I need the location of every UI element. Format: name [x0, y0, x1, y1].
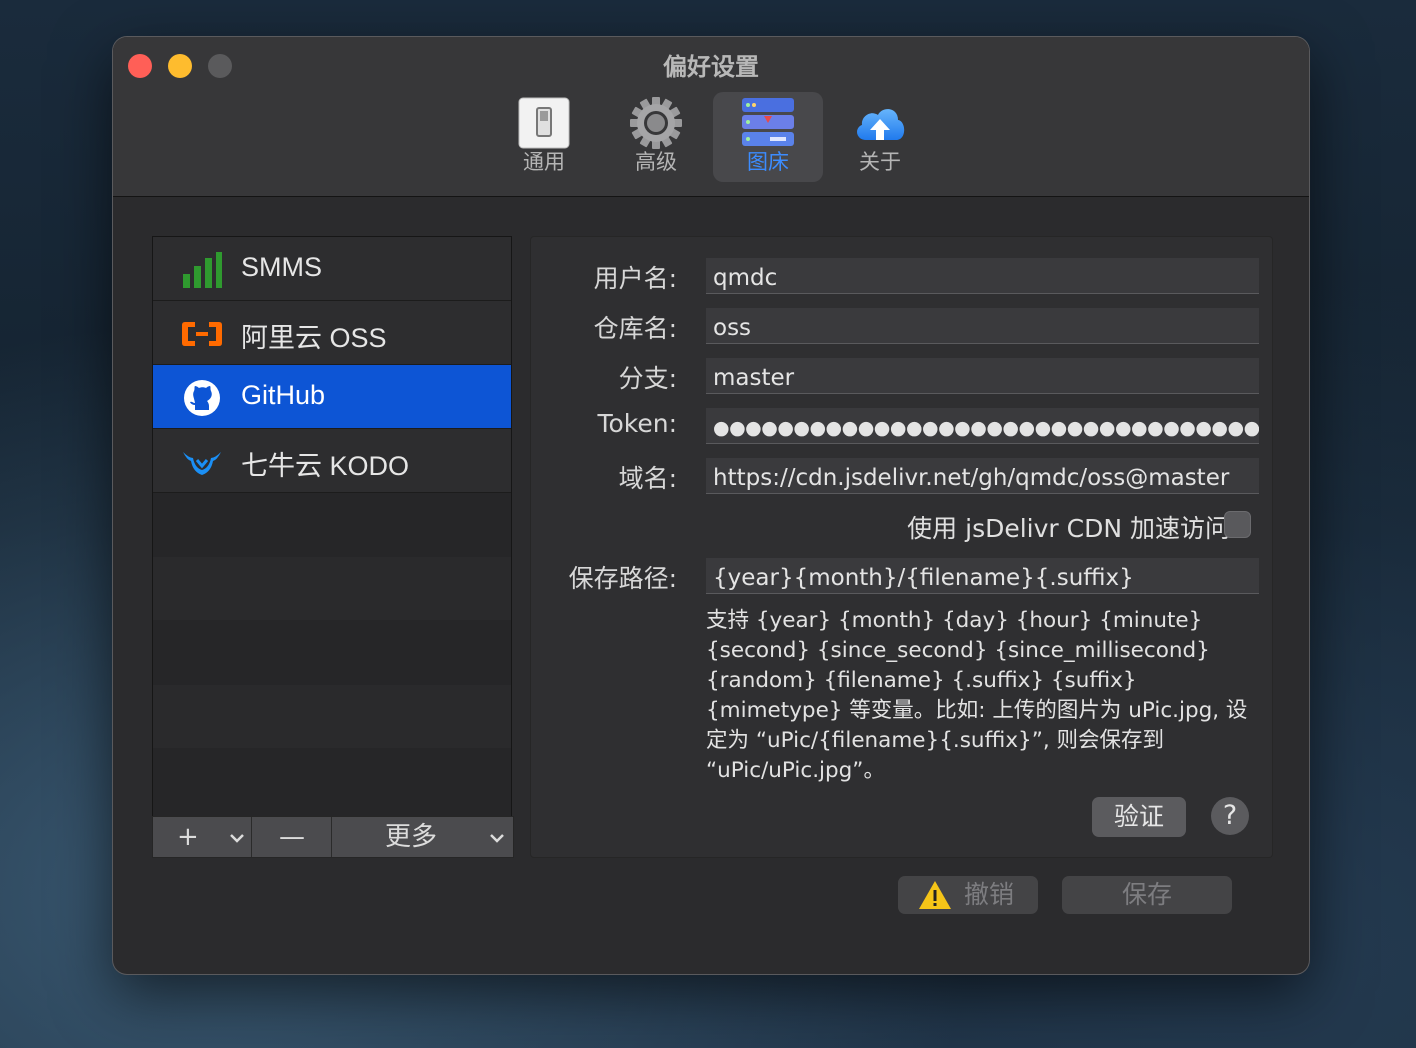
image-host-list[interactable]: SMMS 阿里云 OSS GitHub 七牛云 KODO [152, 236, 512, 858]
list-item-aliyun-oss[interactable]: 阿里云 OSS [153, 301, 511, 365]
save-path-help-text: 支持 {year} {month} {day} {hour} {minute} … [706, 608, 1248, 783]
empty-list-row [153, 621, 511, 684]
add-host-button[interactable]: + [153, 817, 252, 857]
revert-label: 撤销 [964, 880, 1015, 909]
cloud-upload-icon [857, 109, 905, 140]
domain-field[interactable]: https://cdn.jsdelivr.net/gh/qmdc/oss@mas… [706, 458, 1259, 494]
help-button[interactable]: ? [1211, 797, 1249, 835]
token-label: Token: [597, 409, 677, 438]
empty-list-row [153, 493, 511, 556]
server-icon [742, 98, 794, 146]
chevron-down-icon [490, 834, 504, 843]
domain-label: 域名: [618, 464, 677, 493]
toolbar-tab-image-host[interactable]: 图床 [713, 92, 823, 182]
save-path-field[interactable]: {year}{month}/{filename}{.suffix} [706, 558, 1259, 594]
verify-button[interactable]: 验证 [1092, 797, 1186, 837]
remove-label: — [279, 822, 305, 852]
token-field[interactable]: ●●●●●●●●●●●●●●●●●●●●●●●●●●●●●●●●●●●●●… [706, 408, 1259, 444]
aliyun-icon [182, 322, 222, 346]
list-item-label: SMMS [241, 252, 322, 282]
list-item-label: 阿里云 OSS [241, 323, 387, 353]
branch-field[interactable]: master [706, 358, 1259, 394]
save-path-label: 保存路径: [568, 564, 677, 593]
signal-bars-icon [183, 252, 222, 288]
toolbar-tab-advanced[interactable]: 高级 [601, 92, 711, 182]
qiniu-icon [183, 452, 221, 475]
toolbar-label-about: 关于 [859, 150, 901, 174]
toolbar-label-general: 通用 [523, 150, 565, 174]
github-settings-panel: 用户名: qmdc 仓库名: oss 分支: master Token: ●●●… [530, 236, 1273, 858]
list-item-label: GitHub [241, 380, 326, 410]
cdn-checkbox[interactable] [1224, 511, 1251, 538]
warning-icon [919, 881, 951, 909]
chevron-down-icon [230, 834, 244, 843]
titlebar: 偏好设置 通用 高级 图床 关于 [113, 37, 1309, 197]
list-item-github[interactable]: GitHub [153, 365, 511, 429]
more-menu-button[interactable]: 更多 [333, 817, 513, 857]
switch-icon [518, 97, 570, 149]
list-item-smms[interactable]: SMMS [153, 237, 511, 301]
add-label: + [177, 822, 199, 852]
repo-label: 仓库名: [593, 314, 677, 343]
list-controls-bar: + — 更多 [152, 816, 514, 858]
toolbar-tab-about[interactable]: 关于 [825, 92, 935, 182]
toolbar-label-advanced: 高级 [635, 150, 677, 174]
username-field[interactable]: qmdc [706, 258, 1259, 294]
username-label: 用户名: [593, 264, 677, 293]
remove-host-button[interactable]: — [253, 817, 332, 857]
empty-list-row [153, 749, 511, 812]
window-title: 偏好设置 [663, 53, 759, 81]
github-icon [184, 380, 220, 416]
more-label: 更多 [385, 822, 438, 852]
list-item-qiniu-kodo[interactable]: 七牛云 KODO [153, 429, 511, 493]
save-button[interactable]: 保存 [1062, 876, 1232, 914]
toolbar-tab-general[interactable]: 通用 [489, 92, 599, 182]
branch-label: 分支: [618, 364, 677, 393]
repo-field[interactable]: oss [706, 308, 1259, 344]
cdn-option-label: 使用 jsDelivr CDN 加速访问 [907, 514, 1230, 543]
revert-button[interactable]: 撤销 [898, 876, 1038, 914]
empty-list-row [153, 685, 511, 748]
list-item-label: 七牛云 KODO [241, 451, 410, 481]
preferences-window: 偏好设置 通用 高级 图床 关于 SMMS 阿里云 OSS GitHub 七牛云… [113, 37, 1309, 974]
toolbar-label-image-host: 图床 [747, 150, 789, 174]
empty-list-row [153, 557, 511, 620]
gear-icon [630, 97, 682, 149]
